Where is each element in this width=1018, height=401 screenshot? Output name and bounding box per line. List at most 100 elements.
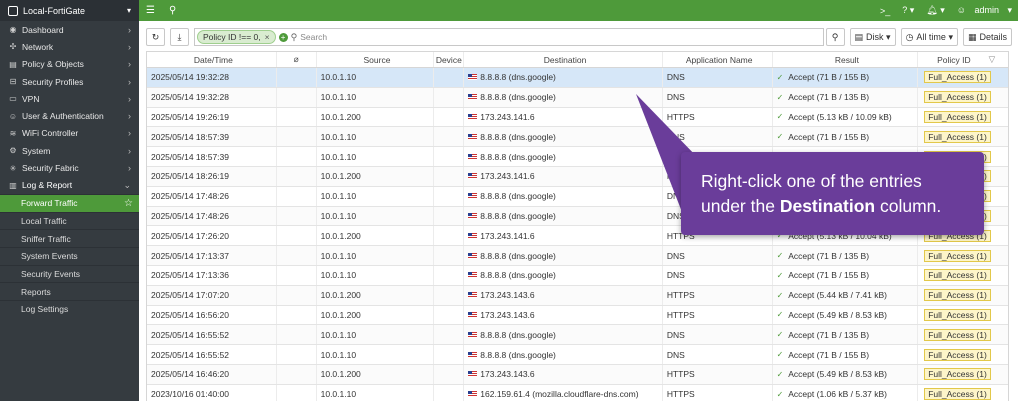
policy-badge[interactable]: Full_Access (1) [924, 348, 991, 361]
policy-badge[interactable]: Full_Access (1) [924, 110, 991, 123]
cell-destination[interactable]: 8.8.8.8 (dns.google) [464, 265, 663, 285]
notifications-bell-icon[interactable]: 🔔︎ ▾ [926, 5, 944, 16]
table-row[interactable]: 2025/05/14 16:46:20 10.0.1.200 173.243.143… [147, 364, 1008, 385]
table-row[interactable]: 2025/05/14 17:07:20 10.0.1.200 173.243.143… [147, 285, 1008, 306]
result-value: Accept (71 B / 155 B) [788, 270, 870, 281]
cell-destination[interactable]: 8.8.8.8 (dns.google) [464, 127, 663, 147]
cell-destination[interactable]: 8.8.8.8 (dns.google) [464, 147, 663, 166]
close-icon[interactable]: × [265, 32, 270, 42]
us-flag-icon [468, 371, 478, 378]
policy-badge[interactable]: Full_Access (1) [924, 130, 991, 143]
add-filter-icon[interactable]: + [278, 32, 288, 42]
details-button[interactable]: ▦ Details [962, 28, 1012, 46]
column-header-source[interactable]: Source [317, 52, 435, 67]
table-row[interactable]: 2025/05/14 17:13:36 10.0.1.10 8.8.8.8 (dns… [147, 265, 1008, 286]
policy-badge[interactable]: Full_Access (1) [924, 91, 991, 104]
column-header-device[interactable]: Device [434, 52, 465, 67]
sidebar-item-security-profiles[interactable]: ⊟ Security Profiles › [0, 73, 139, 90]
cell-device [434, 107, 465, 127]
cell-destination[interactable]: 173.243.143.6 [464, 285, 663, 305]
cell-destination[interactable]: 8.8.8.8 (dns.google) [464, 345, 663, 364]
cell-destination[interactable]: 173.243.141.6 [464, 226, 663, 246]
column-header-result[interactable]: Result [773, 52, 919, 67]
cell-attachment [277, 107, 317, 127]
policy-badge[interactable]: Full_Access (1) [924, 289, 991, 302]
us-flag-icon [468, 133, 478, 140]
clock-icon: ◷ [905, 31, 914, 42]
policy-badge[interactable]: Full_Access (1) [924, 328, 991, 341]
sidebar-item-wifi-controller[interactable]: ≋ WiFi Controller › [0, 125, 139, 142]
cell-destination[interactable]: 162.159.61.4 (mozilla.cloudflare-dns.com… [464, 384, 663, 401]
cell-attachment [277, 147, 317, 166]
table-row[interactable]: 2025/05/14 17:13:37 10.0.1.10 8.8.8.8 (dns… [147, 246, 1008, 266]
device-selector[interactable]: Local-FortiGate ▾ [0, 0, 139, 21]
sidebar-item-vpn[interactable]: ▭ VPN › [0, 90, 139, 107]
download-button[interactable]: ⤓ [170, 28, 189, 46]
sidebar-item-user-authentication[interactable]: ☺ User & Authentication › [0, 107, 139, 124]
cell-destination[interactable]: 8.8.8.8 (dns.google) [464, 325, 663, 345]
cell-destination[interactable]: 173.243.141.6 [464, 166, 663, 186]
log-location-dropdown[interactable]: ▤ Disk ▾ [849, 28, 896, 46]
cell-destination[interactable]: 8.8.8.8 (dns.google) [464, 246, 663, 265]
policy-badge[interactable]: Full_Access (1) [924, 269, 991, 282]
column-header-policy-id[interactable]: Policy ID ▽ [918, 52, 1008, 67]
table-row[interactable]: 2025/05/14 19:32:28 10.0.1.10 8.8.8.8 (dns… [147, 68, 1008, 88]
filter-bar[interactable]: Policy ID !== 0, × + ⚲ Search [194, 28, 824, 46]
user-menu[interactable]: ☺ admin ▾ [957, 5, 1012, 16]
policy-badge[interactable]: Full_Access (1) [924, 308, 991, 321]
refresh-button[interactable]: ↻ [146, 28, 165, 46]
sidebar-subitem-log-settings[interactable]: Log Settings [0, 300, 139, 318]
sidebar-item-policy-objects[interactable]: ▤ Policy & Objects › [0, 56, 139, 73]
cell-destination[interactable]: 8.8.8.8 (dns.google) [464, 68, 663, 87]
column-header-application[interactable]: Application Name [663, 52, 773, 67]
favorite-star-icon[interactable]: ☆ [124, 198, 133, 209]
policy-badge[interactable]: Full_Access (1) [924, 71, 991, 84]
search-input[interactable]: Search [300, 32, 327, 42]
time-range-dropdown[interactable]: ◷ All time ▾ [900, 28, 958, 46]
policy-badge[interactable]: Full_Access (1) [924, 388, 991, 401]
sidebar-subitem-security-events[interactable]: Security Events [0, 264, 139, 283]
sidebar-item-security-fabric[interactable]: ✳ Security Fabric › [0, 159, 139, 176]
sidebar-item-system[interactable]: ⚙ System › [0, 142, 139, 159]
chevron-right-icon: › [128, 93, 131, 104]
sidebar-subitem-system-events[interactable]: System Events [0, 247, 139, 265]
cell-device [434, 68, 465, 87]
sidebar-item-log-report[interactable]: ▥ Log & Report ⌄ [0, 177, 139, 194]
help-icon[interactable]: ? ▾ [902, 5, 914, 16]
menu-toggle-icon[interactable]: ☰ [139, 5, 162, 16]
search-button[interactable]: ⚲ [825, 28, 845, 46]
us-flag-icon [468, 94, 478, 101]
cell-destination[interactable]: 8.8.8.8 (dns.google) [464, 87, 663, 107]
sidebar-item-network[interactable]: ✣ Network › [0, 38, 139, 55]
cell-destination[interactable]: 173.243.143.6 [464, 305, 663, 325]
cell-application: DNS [663, 246, 773, 265]
cell-destination[interactable]: 8.8.8.8 (dns.google) [464, 186, 663, 206]
policy-badge[interactable]: Full_Access (1) [924, 368, 991, 381]
cell-destination[interactable]: 173.243.141.6 [464, 107, 663, 127]
column-header-attachment[interactable]: ⌀ [277, 52, 317, 67]
search-icon[interactable]: ⚲ [162, 5, 183, 16]
table-row[interactable]: 2025/05/14 19:26:19 10.0.1.200 173.243.141… [147, 107, 1008, 128]
sidebar-item-dashboard[interactable]: ◉ Dashboard › [0, 21, 139, 38]
table-row[interactable]: 2025/05/14 16:56:20 10.0.1.200 173.243.143… [147, 305, 1008, 326]
cell-application: HTTPS [663, 285, 773, 305]
cli-console-icon[interactable]: >_ [880, 6, 890, 16]
table-row[interactable]: 2025/05/14 19:32:28 10.0.1.10 8.8.8.8 (dns… [147, 87, 1008, 108]
table-row[interactable]: 2025/05/14 16:55:52 10.0.1.10 8.8.8.8 (dns… [147, 325, 1008, 346]
filter-chip[interactable]: Policy ID !== 0, × [197, 30, 276, 44]
sidebar-subitem-forward-traffic[interactable]: Forward Traffic ☆ [0, 193, 139, 212]
filter-icon[interactable]: ▽ [989, 54, 996, 65]
table-row[interactable]: 2025/05/14 16:55:52 10.0.1.10 8.8.8.8 (dns… [147, 345, 1008, 365]
sidebar-subitem-local-traffic[interactable]: Local Traffic [0, 211, 139, 230]
column-header-destination[interactable]: Destination [464, 52, 663, 67]
details-icon: ▦ [967, 31, 977, 42]
table-row[interactable]: 2023/10/16 01:40:00 10.0.1.10 162.159.61.4… [147, 384, 1008, 401]
policy-badge[interactable]: Full_Access (1) [924, 249, 991, 262]
sidebar-subitem-sniffer-traffic[interactable]: Sniffer Traffic [0, 229, 139, 247]
cell-source: 10.0.1.10 [317, 384, 435, 401]
cell-destination[interactable]: 173.243.143.6 [464, 364, 663, 384]
column-header-datetime[interactable]: Date/Time [147, 52, 277, 67]
table-row[interactable]: 2025/05/14 18:57:39 10.0.1.10 8.8.8.8 (dns… [147, 127, 1008, 148]
cell-destination[interactable]: 8.8.8.8 (dns.google) [464, 206, 663, 226]
sidebar-subitem-reports[interactable]: Reports [0, 282, 139, 300]
